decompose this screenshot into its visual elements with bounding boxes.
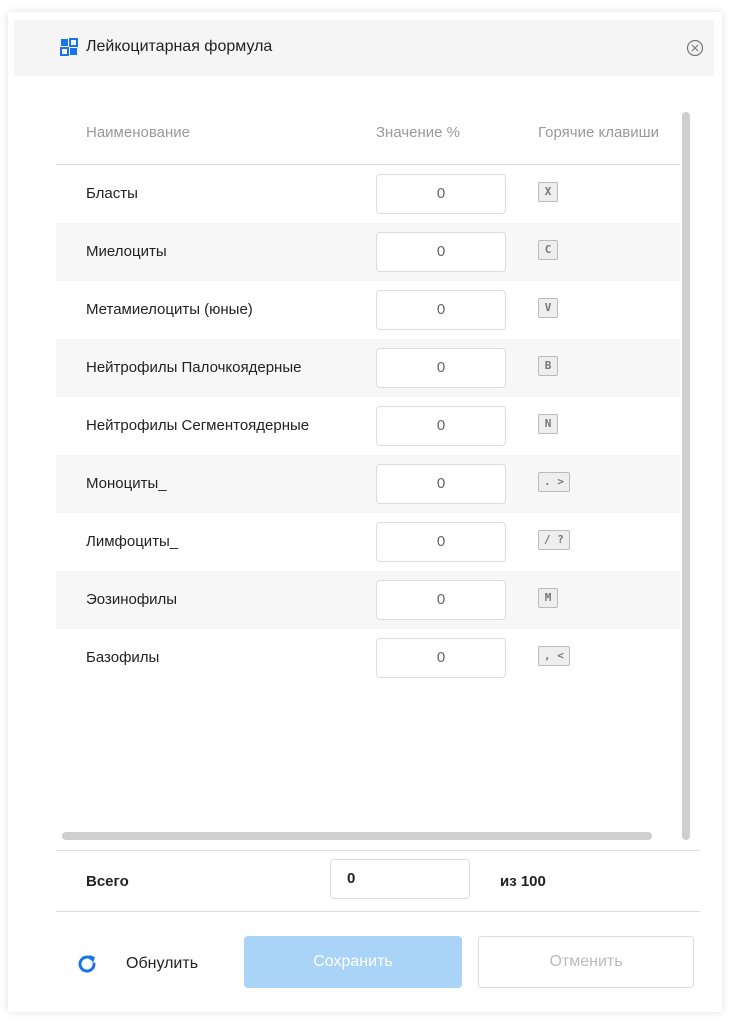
row-name: Моноциты_ <box>86 475 167 492</box>
value-input[interactable]: 0 <box>376 464 506 504</box>
row-name: Нейтрофилы Сегментоядерные <box>86 417 310 434</box>
table-header: Наименование Значение % Горячие клавиши <box>56 100 680 165</box>
reset-button[interactable]: Обнулить <box>76 946 226 982</box>
value-input[interactable]: 0 <box>376 638 506 678</box>
hotkey-badge: X <box>538 182 558 202</box>
hotkey-badge: B <box>538 356 558 376</box>
table-row: Эозинофилы 0 M <box>56 571 680 629</box>
hotkey-badge: M <box>538 588 558 608</box>
refresh-icon <box>78 955 96 973</box>
table-row: Миелоциты 0 C <box>56 223 680 281</box>
row-name: Метамиелоциты (юные) <box>86 301 253 318</box>
reset-label: Обнулить <box>126 955 199 972</box>
table-row: Нейтрофилы Сегментоядерные 0 N <box>56 397 680 455</box>
save-button[interactable]: Сохранить <box>244 936 462 988</box>
table-row: Лимфоциты_ 0 / ? <box>56 513 680 571</box>
hotkey-badge: / ? <box>538 530 570 550</box>
table-row: Бласты 0 X <box>56 165 680 223</box>
value-input[interactable]: 0 <box>376 232 506 272</box>
value-input[interactable]: 0 <box>376 522 506 562</box>
row-name: Миелоциты <box>86 243 167 260</box>
hotkey-badge: . > <box>538 472 570 492</box>
value-input[interactable]: 0 <box>376 580 506 620</box>
hotkey-badge: N <box>538 414 558 434</box>
hotkey-badge: V <box>538 298 558 318</box>
hotkey-badge: , < <box>538 646 570 666</box>
close-icon[interactable] <box>686 39 704 57</box>
value-input[interactable]: 0 <box>376 406 506 446</box>
table-row: Моноциты_ 0 . > <box>56 455 680 513</box>
row-name: Базофилы <box>86 649 160 666</box>
horizontal-scrollbar[interactable] <box>62 832 652 840</box>
total-max-label: из 100 <box>500 873 546 890</box>
value-input[interactable]: 0 <box>376 290 506 330</box>
row-name: Эозинофилы <box>86 591 178 608</box>
dialog-title: Лейкоцитарная формула <box>86 38 273 55</box>
table-row: Базофилы 0 , < <box>56 629 680 687</box>
row-name: Нейтрофилы Палочкоядерные <box>86 359 302 376</box>
column-header-value: Значение % <box>376 124 461 141</box>
dialog-header: Лейкоцитарная формула <box>14 20 714 76</box>
vertical-scrollbar[interactable] <box>682 112 690 840</box>
leukocyte-table: Наименование Значение % Горячие клавиши … <box>56 100 680 840</box>
total-bar: Всего 0 из 100 <box>56 850 700 912</box>
table-row: Нейтрофилы Палочкоядерные 0 B <box>56 339 680 397</box>
total-field: 0 <box>330 859 470 899</box>
column-header-hotkeys: Горячие клавиши <box>538 124 660 141</box>
value-input[interactable]: 0 <box>376 348 506 388</box>
row-name: Бласты <box>86 185 138 202</box>
cancel-button[interactable]: Отменить <box>478 936 694 988</box>
grid-icon <box>60 38 78 56</box>
total-label: Всего <box>86 873 129 890</box>
value-input[interactable]: 0 <box>376 174 506 214</box>
row-name: Лимфоциты_ <box>86 533 179 550</box>
table-row: Метамиелоциты (юные) 0 V <box>56 281 680 339</box>
column-header-name: Наименование <box>86 124 190 141</box>
hotkey-badge: C <box>538 240 558 260</box>
dialog-footer: Обнулить Сохранить Отменить <box>0 936 731 992</box>
